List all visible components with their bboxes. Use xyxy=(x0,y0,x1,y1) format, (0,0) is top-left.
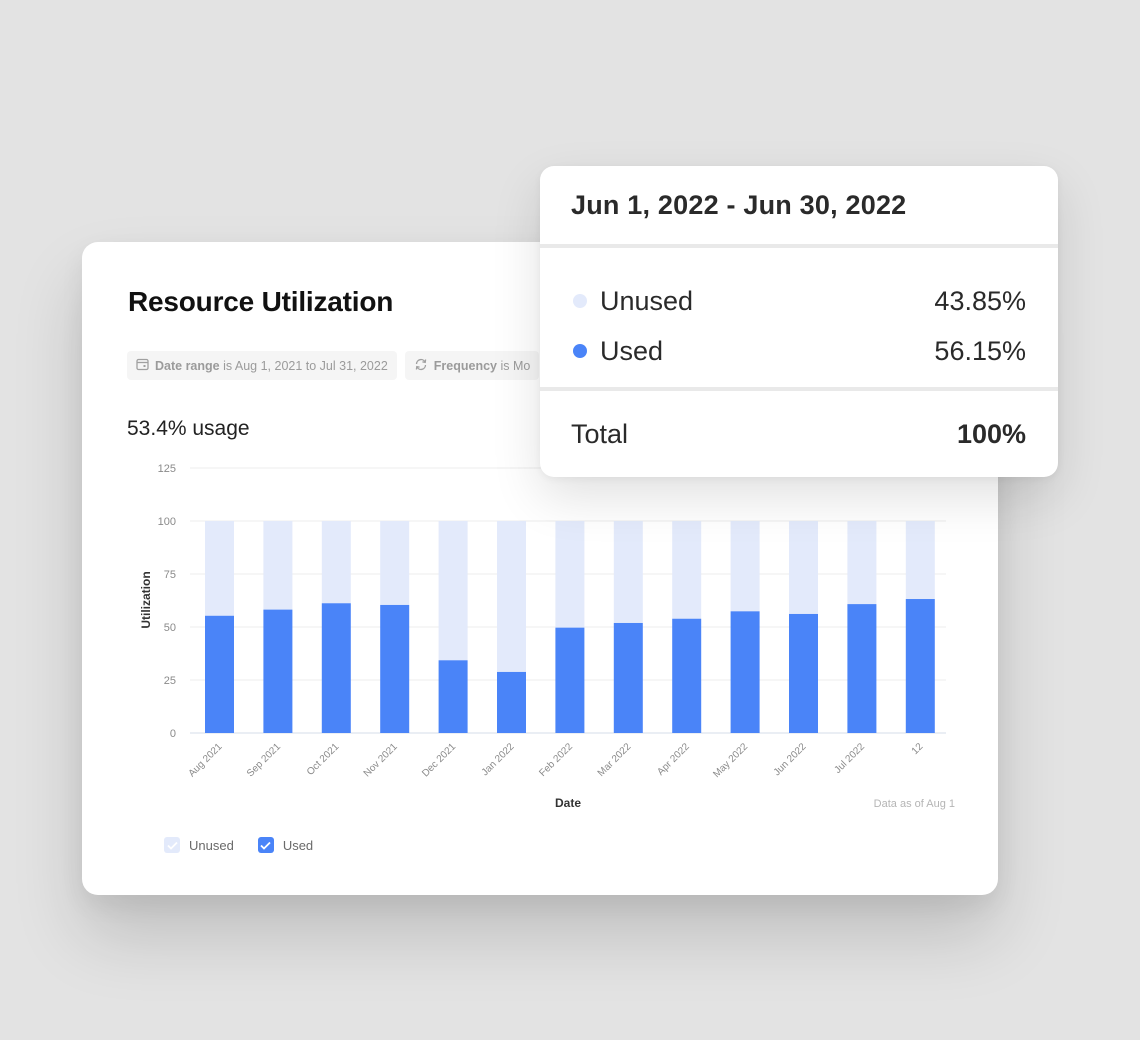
y-tick-label: 125 xyxy=(158,463,176,475)
tooltip-period: Jun 1, 2022 - Jun 30, 2022 xyxy=(571,189,907,220)
bar-used[interactable] xyxy=(555,627,585,733)
chart-tooltip: Jun 1, 2022 - Jun 30, 2022 Unused 43.85%… xyxy=(540,166,1058,477)
bar-used[interactable] xyxy=(905,599,935,733)
x-tick-labels: Aug 2021 Sep 2021 Oct 2021 Nov 2021 Dec 2021… xyxy=(187,741,926,780)
tooltip-row-label: Unused xyxy=(600,285,694,316)
y-tick-labels: 0 25 50 75 100 125 xyxy=(158,463,176,740)
x-tick-label: Feb 2022 xyxy=(537,741,575,779)
bar-used[interactable] xyxy=(847,604,877,733)
x-axis-label: Date xyxy=(555,796,581,810)
legend-item-used[interactable]: Used xyxy=(257,837,314,853)
bar-used[interactable] xyxy=(380,604,410,733)
bar-used[interactable] xyxy=(789,613,818,733)
bar-unused[interactable] xyxy=(205,521,234,616)
bar-used[interactable] xyxy=(263,609,293,733)
x-tick-label: Jul 2022 xyxy=(833,741,868,776)
tooltip-total-value: 100% xyxy=(956,418,1026,449)
used-checkbox[interactable] xyxy=(257,837,274,853)
bar-used[interactable] xyxy=(321,603,351,733)
used-dot-icon xyxy=(573,344,587,358)
chart-legend: Unused Used xyxy=(164,837,313,853)
bar-used[interactable] xyxy=(438,660,468,733)
bar-unused[interactable] xyxy=(438,521,468,661)
y-tick-label: 0 xyxy=(170,728,176,740)
bar-used[interactable] xyxy=(613,622,643,733)
y-tick-label: 50 xyxy=(164,622,176,634)
x-tick-label: Jun 2022 xyxy=(772,741,809,778)
checkmark-icon xyxy=(166,841,178,850)
x-tick-label: Jan 2022 xyxy=(480,741,517,778)
tooltip-row-label: Used xyxy=(600,335,664,366)
bar-unused[interactable] xyxy=(497,521,526,672)
bar-used[interactable] xyxy=(730,611,760,733)
x-tick-label: Sep 2021 xyxy=(245,741,283,779)
unused-dot-icon xyxy=(573,294,587,308)
x-tick-label: Nov 2021 xyxy=(362,741,400,779)
tooltip-series-list: Unused 43.85% Used 56.15% xyxy=(540,248,1058,387)
unused-checkbox[interactable] xyxy=(164,837,180,853)
x-tick-label: Aug 2021 xyxy=(187,741,225,779)
x-tick-label: Apr 2022 xyxy=(655,741,692,778)
bar-unused[interactable] xyxy=(847,521,877,605)
bar-unused[interactable] xyxy=(321,521,351,604)
x-tick-label: May 2022 xyxy=(711,741,750,780)
bar-unused[interactable] xyxy=(263,521,293,610)
bar-unused[interactable] xyxy=(730,521,760,612)
x-tick-label: Mar 2022 xyxy=(596,741,634,779)
y-tick-label: 75 xyxy=(164,569,176,581)
bar-used[interactable] xyxy=(205,615,234,733)
legend-label: Used xyxy=(282,837,314,853)
bar-used[interactable] xyxy=(497,671,526,733)
bar-unused[interactable] xyxy=(613,521,643,623)
x-tick-label: Dec 2021 xyxy=(420,741,458,779)
y-tick-label: 100 xyxy=(158,516,176,528)
data-as-of-note: Data as of Aug 1 xyxy=(874,798,955,810)
bar-unused[interactable] xyxy=(905,521,935,600)
bar-used[interactable] xyxy=(672,618,702,733)
tooltip-row-value: 43.85% xyxy=(934,285,1026,316)
bar-unused[interactable] xyxy=(789,521,818,614)
y-axis-label: Utilization xyxy=(139,571,153,628)
legend-label: Unused xyxy=(189,837,234,853)
tooltip-row-unused: Unused 43.85% xyxy=(573,276,1026,326)
bar-unused[interactable] xyxy=(672,521,702,619)
bar-unused[interactable] xyxy=(380,521,410,605)
x-tick-label: 12 xyxy=(910,741,926,757)
checkmark-icon xyxy=(260,841,271,850)
tooltip-row-used: Used 56.15% xyxy=(573,326,1026,376)
tooltip-total-label: Total xyxy=(571,418,629,449)
bar-unused[interactable] xyxy=(555,521,585,628)
tooltip-total-row: Total 100% xyxy=(540,391,1058,477)
legend-item-unused[interactable]: Unused xyxy=(164,837,234,853)
y-tick-label: 25 xyxy=(164,675,176,687)
x-tick-label: Oct 2021 xyxy=(305,741,342,778)
tooltip-row-value: 56.15% xyxy=(934,335,1026,366)
